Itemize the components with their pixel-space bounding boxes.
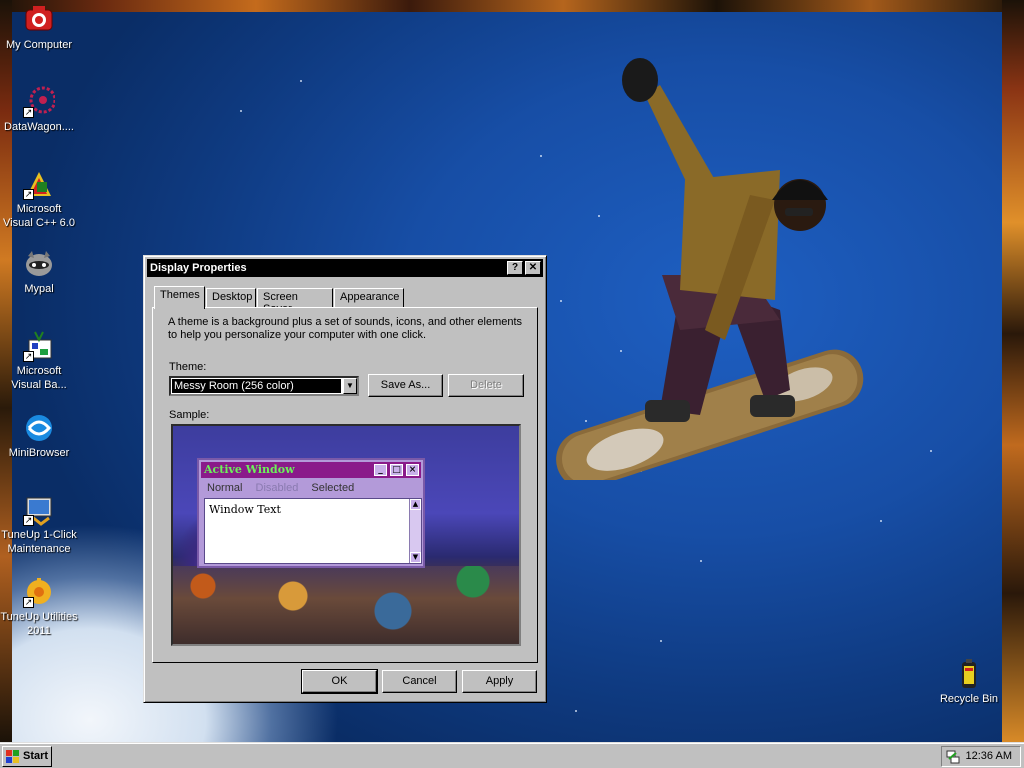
sample-menu-normal: Normal (207, 482, 243, 494)
scroll-up-icon: ▲ (410, 499, 421, 510)
shortcut-arrow-icon: ↗ (23, 515, 34, 526)
desktop-icon-label: Mypal (24, 283, 54, 295)
tab-desktop[interactable]: Desktop (206, 288, 256, 308)
tab-appearance[interactable]: Appearance (334, 288, 404, 308)
theme-label: Theme: (169, 361, 207, 373)
close-icon: ✕ (528, 262, 538, 273)
window-titlebar[interactable]: Display Properties ? ✕ (147, 259, 543, 277)
visual-basic-icon: ↗ (23, 330, 55, 362)
theme-sample-preview: Active Window _ □ × Normal Disabled Sele… (171, 424, 521, 646)
wallpaper-frame-top (0, 0, 1024, 12)
dropdown-arrow-icon[interactable]: ▼ (343, 378, 357, 394)
globe-icon (23, 412, 55, 444)
windows-logo-icon (6, 750, 19, 763)
desktop-icon-label: DataWagon.... (4, 121, 74, 133)
help-button[interactable]: ? (507, 261, 523, 275)
window-title: Display Properties (150, 262, 247, 274)
sample-window-body: Window Text ▲ ▼ (204, 498, 422, 564)
visual-cpp-icon: ↗ (23, 168, 55, 200)
wallpaper-frame-right (1002, 0, 1024, 742)
shortcut-arrow-icon: ↗ (23, 597, 34, 608)
network-tray-icon[interactable] (946, 750, 960, 764)
theme-select-value: Messy Room (256 color) (172, 379, 341, 393)
messy-room-background (173, 566, 519, 644)
display-properties-window: Display Properties ? ✕ Themes Desktop Sc… (143, 255, 547, 703)
themes-panel: A theme is a background plus a set of so… (152, 307, 538, 663)
desktop-icon-label: MiniBrowser (8, 447, 70, 459)
desktop-icon-label: Microsoft Visual C++ 6.0 (3, 203, 75, 229)
start-label: Start (23, 750, 49, 762)
close-icon: × (406, 464, 419, 476)
sample-label: Sample: (169, 409, 210, 421)
desktop-icon-tuneup-maintenance[interactable]: ↗ TuneUp 1-Click Maintenance (0, 494, 81, 556)
desktop-icon-label: My Computer (5, 39, 73, 51)
minimize-icon: _ (374, 464, 387, 476)
clock[interactable]: 12:36 AM (966, 747, 1012, 766)
sample-scrollbar: ▲ ▼ (409, 499, 421, 563)
desktop-icon-label: TuneUp Utilities 2011 (0, 611, 78, 637)
tab-screen-saver[interactable]: Screen Saver (257, 288, 333, 315)
desktop-icon-minibrowser[interactable]: MiniBrowser (0, 412, 81, 460)
desktop-icon-recycle-bin[interactable]: Recycle Bin (927, 658, 1011, 706)
desktop-icon-datawagon[interactable]: ↗ DataWagon.... (0, 86, 81, 134)
sample-menu-bar: Normal Disabled Selected (207, 482, 364, 494)
desktop-icon-mypal[interactable]: Mypal (0, 248, 81, 296)
desktop-icon-tuneup-utilities[interactable]: ↗ TuneUp Utilities 2011 (0, 576, 81, 638)
desktop-icon-label: TuneUp 1-Click Maintenance (1, 529, 77, 555)
desktop-icon-label: Recycle Bin (939, 693, 999, 705)
desktop-icon-visual-basic[interactable]: ↗ Microsoft Visual Ba... (0, 330, 81, 392)
cancel-button[interactable]: Cancel (382, 670, 457, 693)
sample-menu-disabled: Disabled (255, 482, 299, 494)
theme-description: A theme is a background plus a set of so… (168, 316, 523, 341)
camera-icon (23, 4, 55, 36)
tab-themes[interactable]: Themes (154, 286, 205, 309)
recycle-bin-icon (953, 658, 985, 690)
tuneup-icon: ↗ (23, 494, 55, 526)
delete-button[interactable]: Delete (448, 374, 524, 397)
desktop-icon-label: Microsoft Visual Ba... (11, 365, 67, 391)
tuneup-utilities-icon: ↗ (23, 576, 55, 608)
save-as-button[interactable]: Save As... (368, 374, 443, 397)
shortcut-arrow-icon: ↗ (23, 107, 34, 118)
sample-menu-selected: Selected (311, 482, 355, 494)
close-button[interactable]: ✕ (525, 261, 541, 275)
shortcut-arrow-icon: ↗ (23, 189, 34, 200)
start-button[interactable]: Start (2, 746, 52, 767)
sample-active-window: Active Window _ □ × Normal Disabled Sele… (197, 458, 425, 568)
theme-select[interactable]: Messy Room (256 color) ▼ (169, 376, 359, 396)
datawagon-icon: ↗ (23, 86, 57, 118)
snowboarder-wallpaper-image (556, 58, 864, 480)
desktop-icon-my-computer[interactable]: My Computer (0, 4, 81, 52)
system-tray: 12:36 AM (941, 746, 1021, 767)
sample-window-title: Active Window _ □ × (201, 462, 421, 478)
ok-button[interactable]: OK (301, 669, 378, 694)
maximize-icon: □ (390, 464, 403, 476)
taskbar: Start 12:36 AM (0, 742, 1024, 768)
help-icon: ? (511, 262, 519, 273)
shortcut-arrow-icon: ↗ (23, 351, 34, 362)
scroll-down-icon: ▼ (410, 552, 421, 563)
raccoon-icon (23, 248, 55, 280)
apply-button[interactable]: Apply (462, 670, 537, 693)
desktop-icon-visual-cpp[interactable]: ↗ Microsoft Visual C++ 6.0 (0, 168, 81, 230)
sample-window-text: Window Text (209, 503, 281, 516)
